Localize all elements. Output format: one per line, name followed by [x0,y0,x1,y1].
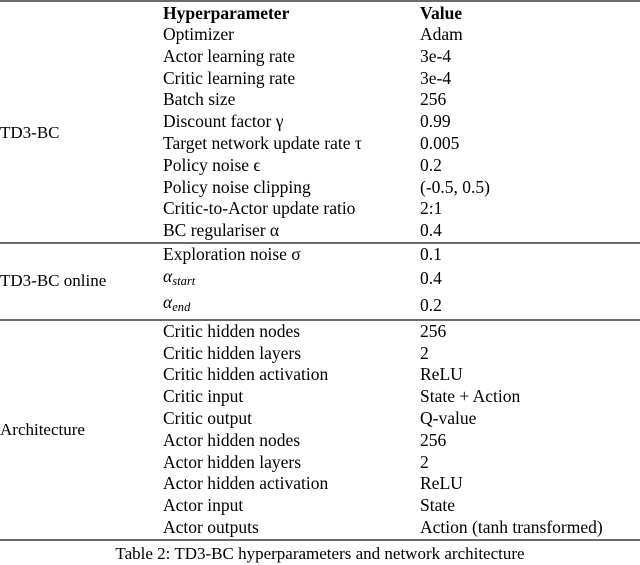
param-value: 0.1 [420,241,640,266]
param-value: State + Action [420,386,521,407]
param-name: Batch size [163,89,236,110]
param-value: 0.005 [420,132,460,153]
param-value: (-0.5, 0.5) [420,176,490,197]
param-value: 2 [420,342,429,363]
param-name: Target network update rate τ [163,132,362,153]
table-figure: Hyperparameter Value TD3-BC Optimizer Adam… [0,0,640,563]
param-value: 0.2 [420,154,442,175]
param-value: 0.2 [420,294,442,315]
param-name: Critic learning rate [163,67,296,88]
param-name: Actor hidden layers [163,451,302,472]
param-name: Optimizer [163,24,234,44]
table-header: Hyperparameter Value [0,0,640,24]
param-name: Policy noise clipping [163,176,311,197]
param-name: Critic hidden activation [163,364,329,385]
hyperparameter-table: Hyperparameter Value TD3-BC Optimizer Adam… [0,0,640,542]
param-value: 3e-4 [420,67,452,88]
param-value: 3e-4 [420,45,452,66]
group-label: Architecture [0,318,163,540]
table-caption: Table 2: TD3-BC hyperparameters and netw… [115,543,525,563]
param-name: Critic hidden nodes [163,318,420,343]
param-name: Actor hidden nodes [163,429,301,450]
param-name: BC regulariser α [163,220,280,241]
param-name: Policy noise ϵ [163,154,261,175]
param-name: αstart [163,266,420,293]
param-symbol: α [163,265,173,286]
table-body: TD3-BC Optimizer Adam Actor learning rate 3e… [0,24,640,542]
param-name: Actor hidden activation [163,473,329,494]
param-name: Critic-to-Actor update ratio [163,198,356,219]
param-name: Critic hidden layers [163,342,302,363]
param-name: Critic output [163,408,252,429]
param-value: 0.4 [420,268,442,289]
param-value: Q-value [420,408,477,429]
param-value: 256 [420,89,447,110]
param-value: 2:1 [420,198,443,219]
param-value: ReLU [420,364,463,385]
param-value: Adam [420,24,463,44]
param-value: Action (tanh transformed) [420,517,603,538]
table-row: Architecture Critic hidden nodes 256 [0,318,640,540]
param-value: 2 [420,451,429,472]
param-name: Actor input [163,495,244,516]
param-name: Actor outputs [163,517,259,538]
header-cell-hyperparameter: Hyperparameter [163,0,420,24]
param-value: ReLU [420,473,463,494]
table-row: TD3-BC online Exploration noise σ 0.1 [0,241,640,320]
param-name: Exploration noise σ [163,241,420,266]
param-value: State [420,495,455,516]
param-value: 0.99 [420,111,451,132]
param-name: Critic input [163,386,244,407]
table-row: TD3-BC Optimizer Adam [0,24,640,142]
group-label: TD3-BC [0,122,60,142]
param-name: Actor learning rate [163,45,296,66]
param-value: 256 [420,429,447,450]
param-subscript: start [172,273,196,288]
param-subscript: end [172,300,191,315]
param-name: Discount factor γ [163,111,284,132]
param-name: αend [163,292,420,320]
param-value: 256 [420,318,640,343]
header-cell-group [0,0,163,24]
param-symbol: α [163,292,173,313]
table-header-row: Hyperparameter Value [0,0,640,24]
header-cell-value: Value [420,0,640,24]
group-label: TD3-BC online [0,241,163,320]
param-value: 0.4 [420,220,442,241]
